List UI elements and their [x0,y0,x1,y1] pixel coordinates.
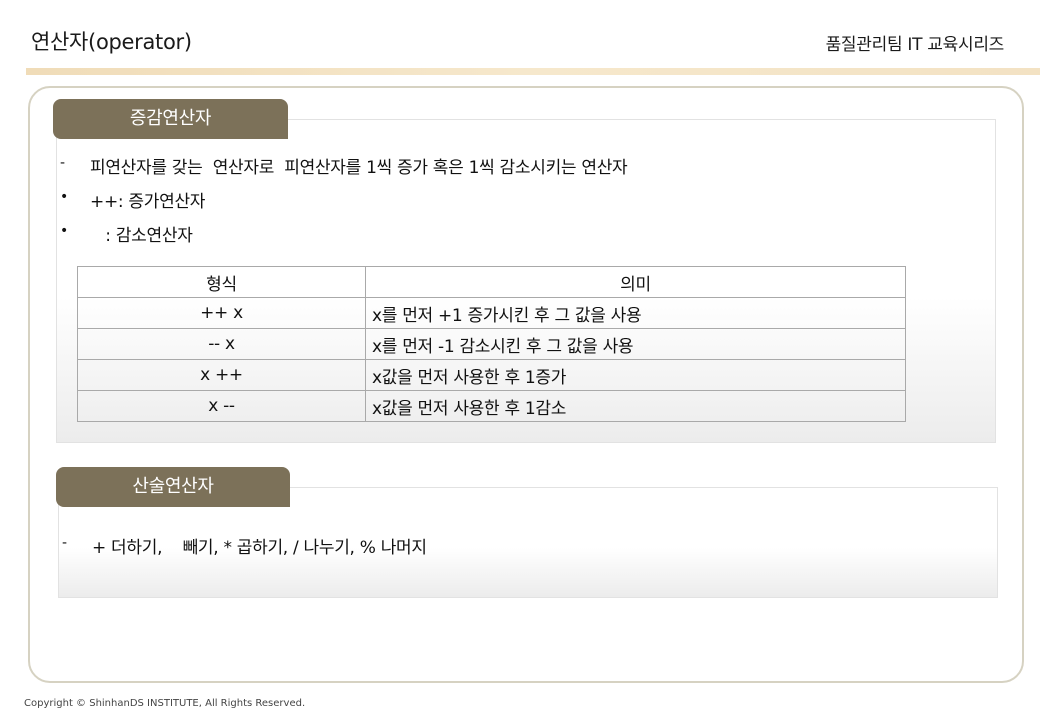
table-cell-meaning: x를 먼저 +1 증가시킨 후 그 값을 사용 [365,297,906,329]
table-cell-form: x -- [77,390,366,422]
table-cell-form: x ++ [77,359,366,391]
operator-table: 형식 의미 ++ x x를 먼저 +1 증가시킨 후 그 값을 사용 -- x … [77,266,906,422]
header-divider [26,68,1040,75]
table-header-row: 형식 의미 [77,266,906,298]
table-cell-form: ++ x [77,297,366,329]
bullet-marker: • [60,223,69,239]
dash-marker: - [62,535,68,551]
table-header-meaning: 의미 [365,266,906,298]
table-row: x -- x값을 먼저 사용한 후 1감소 [77,390,906,422]
copyright-notice: Copyright © ShinhanDS INSTITUTE, All Rig… [24,698,306,709]
series-title: 품질관리팀 IT 교육시리즈 [825,35,1005,55]
table-cell-meaning: x값을 먼저 사용한 후 1증가 [365,359,906,391]
table-header-form: 형식 [77,266,366,298]
dash-marker: - [60,155,66,171]
arithmetic-operator-tab: 산술연산자 [56,467,290,507]
decrement-operator-text: : 감소연산자 [90,226,193,246]
table-cell-meaning: x를 먼저 -1 감소시킨 후 그 값을 사용 [365,328,906,360]
arithmetic-operators-text: + 더하기, 빼기, * 곱하기, / 나누기, % 나머지 [92,538,427,558]
table-cell-form: -- x [77,328,366,360]
page-title: 연산자(operator) [31,30,192,54]
table-row: -- x x를 먼저 -1 감소시킨 후 그 값을 사용 [77,328,906,360]
increment-operator-text: ++: 증가연산자 [90,192,206,212]
table-cell-meaning: x값을 먼저 사용한 후 1감소 [365,390,906,422]
bullet-marker: • [60,189,69,205]
increment-operator-tab: 증감연산자 [53,99,288,139]
table-row: ++ x x를 먼저 +1 증가시킨 후 그 값을 사용 [77,297,906,329]
table-row: x ++ x값을 먼저 사용한 후 1증가 [77,359,906,391]
definition-text: 피연산자를 갖는 연산자로 피연산자를 1씩 증가 혹은 1씩 감소시키는 연산… [90,158,628,178]
